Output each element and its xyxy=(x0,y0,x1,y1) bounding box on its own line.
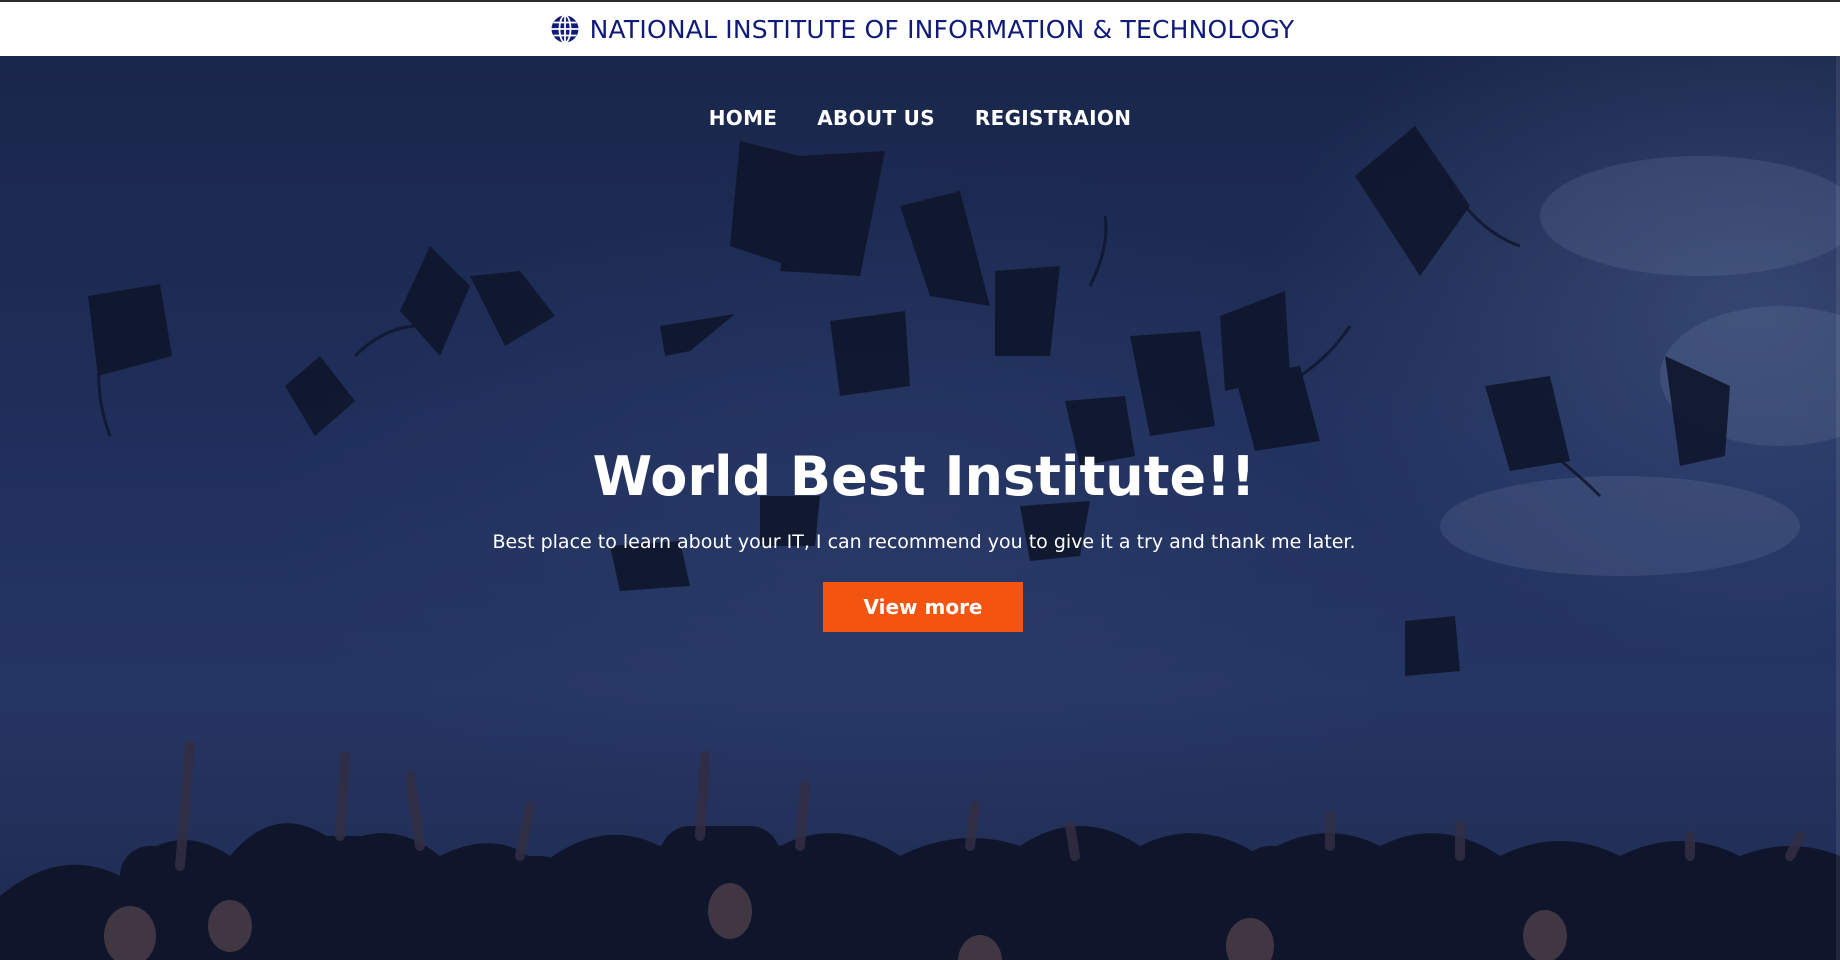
nav-registration[interactable]: REGISTRAION xyxy=(975,106,1131,130)
nav-home[interactable]: HOME xyxy=(709,106,778,130)
main-nav: HOME ABOUT US REGISTRAION xyxy=(0,106,1840,130)
scrollbar[interactable] xyxy=(1836,56,1840,960)
hero-background-image xyxy=(0,56,1840,960)
globe-icon xyxy=(550,14,580,44)
hero-section xyxy=(0,56,1840,960)
brand[interactable]: NATIONAL INSTITUTE OF INFORMATION & TECH… xyxy=(550,14,1295,44)
hero-title: World Best Institute!! xyxy=(592,445,1256,508)
landing-page: NATIONAL INSTITUTE OF INFORMATION & TECH… xyxy=(0,0,1840,960)
brand-title: NATIONAL INSTITUTE OF INFORMATION & TECH… xyxy=(589,14,1295,44)
top-header-bar: NATIONAL INSTITUTE OF INFORMATION & TECH… xyxy=(0,0,1840,56)
hero-subtitle: Best place to learn about your IT, I can… xyxy=(492,531,1356,553)
view-more-button[interactable]: View more xyxy=(823,582,1023,632)
nav-about-us[interactable]: ABOUT US xyxy=(817,106,935,130)
